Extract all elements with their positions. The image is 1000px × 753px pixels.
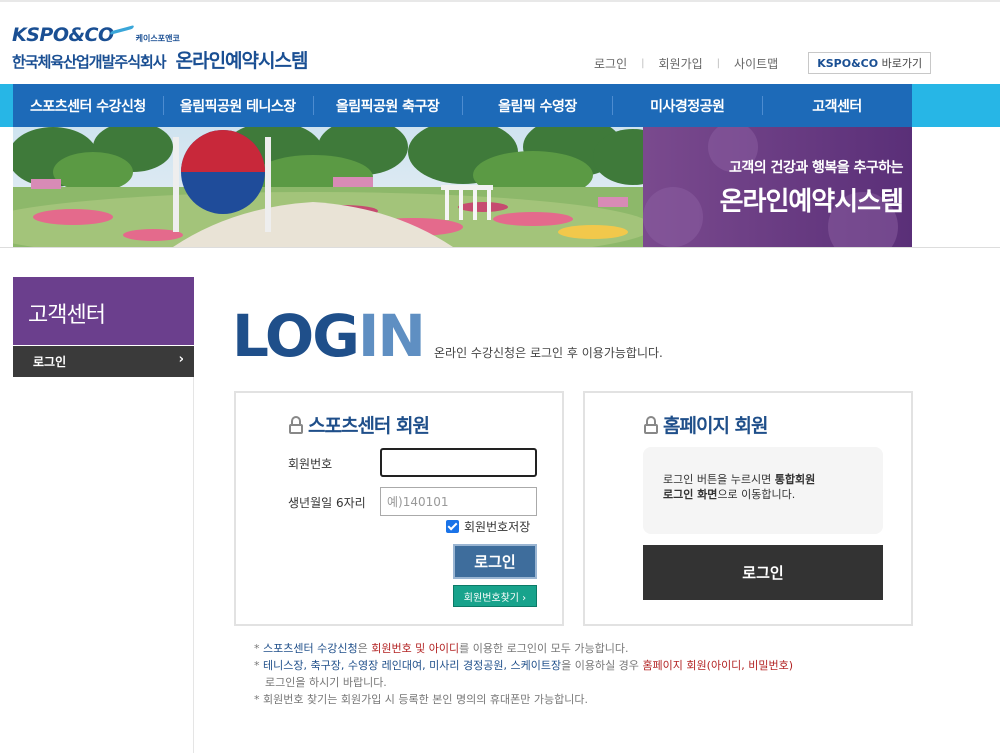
sidebar-item-login[interactable]: 로그인 › [13,346,194,377]
logo-brand: KSPO&CO [12,24,114,46]
site-logo[interactable]: KSPO&CO 케이스포앤코 한국체육산업개발주식회사 온라인예약시스템 [12,22,309,73]
note-2-highlight: 테니스장, 축구장, 수영장 레인대여, 미사리 경정공원, 스케이트장 [263,659,562,672]
nav-item-sports-center[interactable]: 스포츠센터 수강신청 [13,84,163,127]
separator: | [716,57,721,69]
sidebar-item-label: 로그인 [33,355,67,369]
utility-links: 로그인 | 회원가입 | 사이트맵 KSPO&CO 바로가기 [594,52,932,74]
save-member-no-checkbox[interactable] [446,520,459,533]
note-line-3: * 회원번호 찾기는 회원가입 시 등록한 본인 명의의 휴대폰만 가능합니다. [254,693,588,706]
hero-banner: 고객의 건강과 행복을 추구하는 온라인예약시스템 [13,127,912,247]
system-name: 온라인예약시스템 [175,50,309,72]
member-no-input[interactable] [380,448,537,477]
member-no-label: 회원번호 [288,457,333,471]
top-border [0,0,1000,2]
birth-input[interactable] [380,487,537,516]
util-login-link[interactable]: 로그인 [594,55,627,72]
homepage-login-button[interactable]: 로그인 [643,545,883,600]
homepage-member-login-box: 홈페이지 회원 로그인 버튼을 누르시면 통합회원로그인 화면으로 이동합니다.… [583,391,913,626]
page-title-part2: IN [357,302,426,370]
note-line-1: * 스포츠센터 수강신청은 회원번호 및 아이디를 이용한 로그인이 모두 가능… [254,640,793,657]
logo-kr-small: 케이스포앤코 [135,34,180,43]
sports-login-button[interactable]: 로그인 [453,544,537,579]
banner-divider [0,247,1000,248]
banner-title: 온라인예약시스템 [719,187,904,217]
logo-swoosh-icon [112,22,134,36]
kspo-goto-button[interactable]: KSPO&CO 바로가기 [808,52,932,74]
lock-icon [288,415,304,434]
note-1-highlight: 스포츠센터 수강신청 [263,642,358,655]
note-bullet: * [254,659,263,672]
note-2-red: 홈페이지 회원(아이디, 비밀번호) [642,659,794,672]
birth-label: 생년월일 6자리 [288,496,366,510]
note-line-2b: 로그인을 하시기 바랍니다. [265,676,387,689]
chevron-right-icon: › [178,352,184,367]
page-title-part1: LOG [232,302,360,370]
notice-text-4: 으로 이동합니다. [717,488,796,501]
note-1-text-2: 를 이용한 로그인이 모두 가능합니다. [459,642,629,655]
nav-item-tennis[interactable]: 올림픽공원 테니스장 [162,84,313,127]
homepage-member-title-text: 홈페이지 회원 [663,415,768,437]
homepage-login-notice: 로그인 버튼을 누르시면 통합회원로그인 화면으로 이동합니다. [643,447,883,534]
note-1-red: 회원번호 및 아이디 [371,642,460,655]
nav-item-customer-center[interactable]: 고객센터 [762,84,912,127]
find-member-no-button[interactable]: 회원번호찾기 › [453,585,537,607]
login-notes: * 스포츠센터 수강신청은 회원번호 및 아이디를 이용한 로그인이 모두 가능… [254,640,793,708]
notice-text-3: 로그인 화면 [663,488,718,501]
sports-member-title-text: 스포츠센터 회원 [308,415,430,437]
page-description: 온라인 수강신청은 로그인 후 이용가능합니다. [434,346,663,360]
sports-member-title: 스포츠센터 회원 [288,411,430,438]
sidebar-border [193,377,194,753]
note-2-text: 을 이용하실 경우 [561,659,643,672]
notice-text-1: 로그인 버튼을 누르시면 [663,473,775,486]
main-nav: 스포츠센터 수강신청 올림픽공원 테니스장 올림픽공원 축구장 올림픽 수영장 … [13,84,912,127]
util-sitemap-link[interactable]: 사이트맵 [734,55,778,72]
company-name: 한국체육산업개발주식회사 [12,53,167,71]
save-member-no-label: 회원번호저장 [464,520,531,534]
page-title: LOGIN [232,302,426,370]
banner-text: 고객의 건강과 행복을 추구하는 온라인예약시스템 [653,157,904,218]
note-line-2: * 테니스장, 축구장, 수영장 레인대여, 미사리 경정공원, 스케이트장을 … [254,657,793,674]
util-join-link[interactable]: 회원가입 [659,55,703,72]
nav-item-soccer[interactable]: 올림픽공원 축구장 [312,84,463,127]
nav-item-pool[interactable]: 올림픽 수영장 [462,84,612,127]
save-member-no-row[interactable]: 회원번호저장 [446,518,530,535]
note-1-text: 은 [357,642,372,655]
goto-label: 바로가기 [881,57,923,70]
nav-bar: 스포츠센터 수강신청 올림픽공원 테니스장 올림픽공원 축구장 올림픽 수영장 … [0,84,1000,127]
goto-brand: KSPO&CO [817,57,879,70]
separator: | [641,57,645,69]
banner-subtitle: 고객의 건강과 행복을 추구하는 [728,160,904,176]
notice-text-2: 통합회원 [774,473,816,486]
nav-item-misa[interactable]: 미사경정공원 [612,84,762,127]
sidebar-title: 고객센터 [13,277,194,345]
lock-icon [643,415,659,434]
sports-member-login-box: 스포츠센터 회원 회원번호 생년월일 6자리 회원번호저장 로그인 회원번호찾기… [234,391,564,626]
homepage-member-title: 홈페이지 회원 [643,411,768,438]
note-bullet: * [254,642,263,655]
